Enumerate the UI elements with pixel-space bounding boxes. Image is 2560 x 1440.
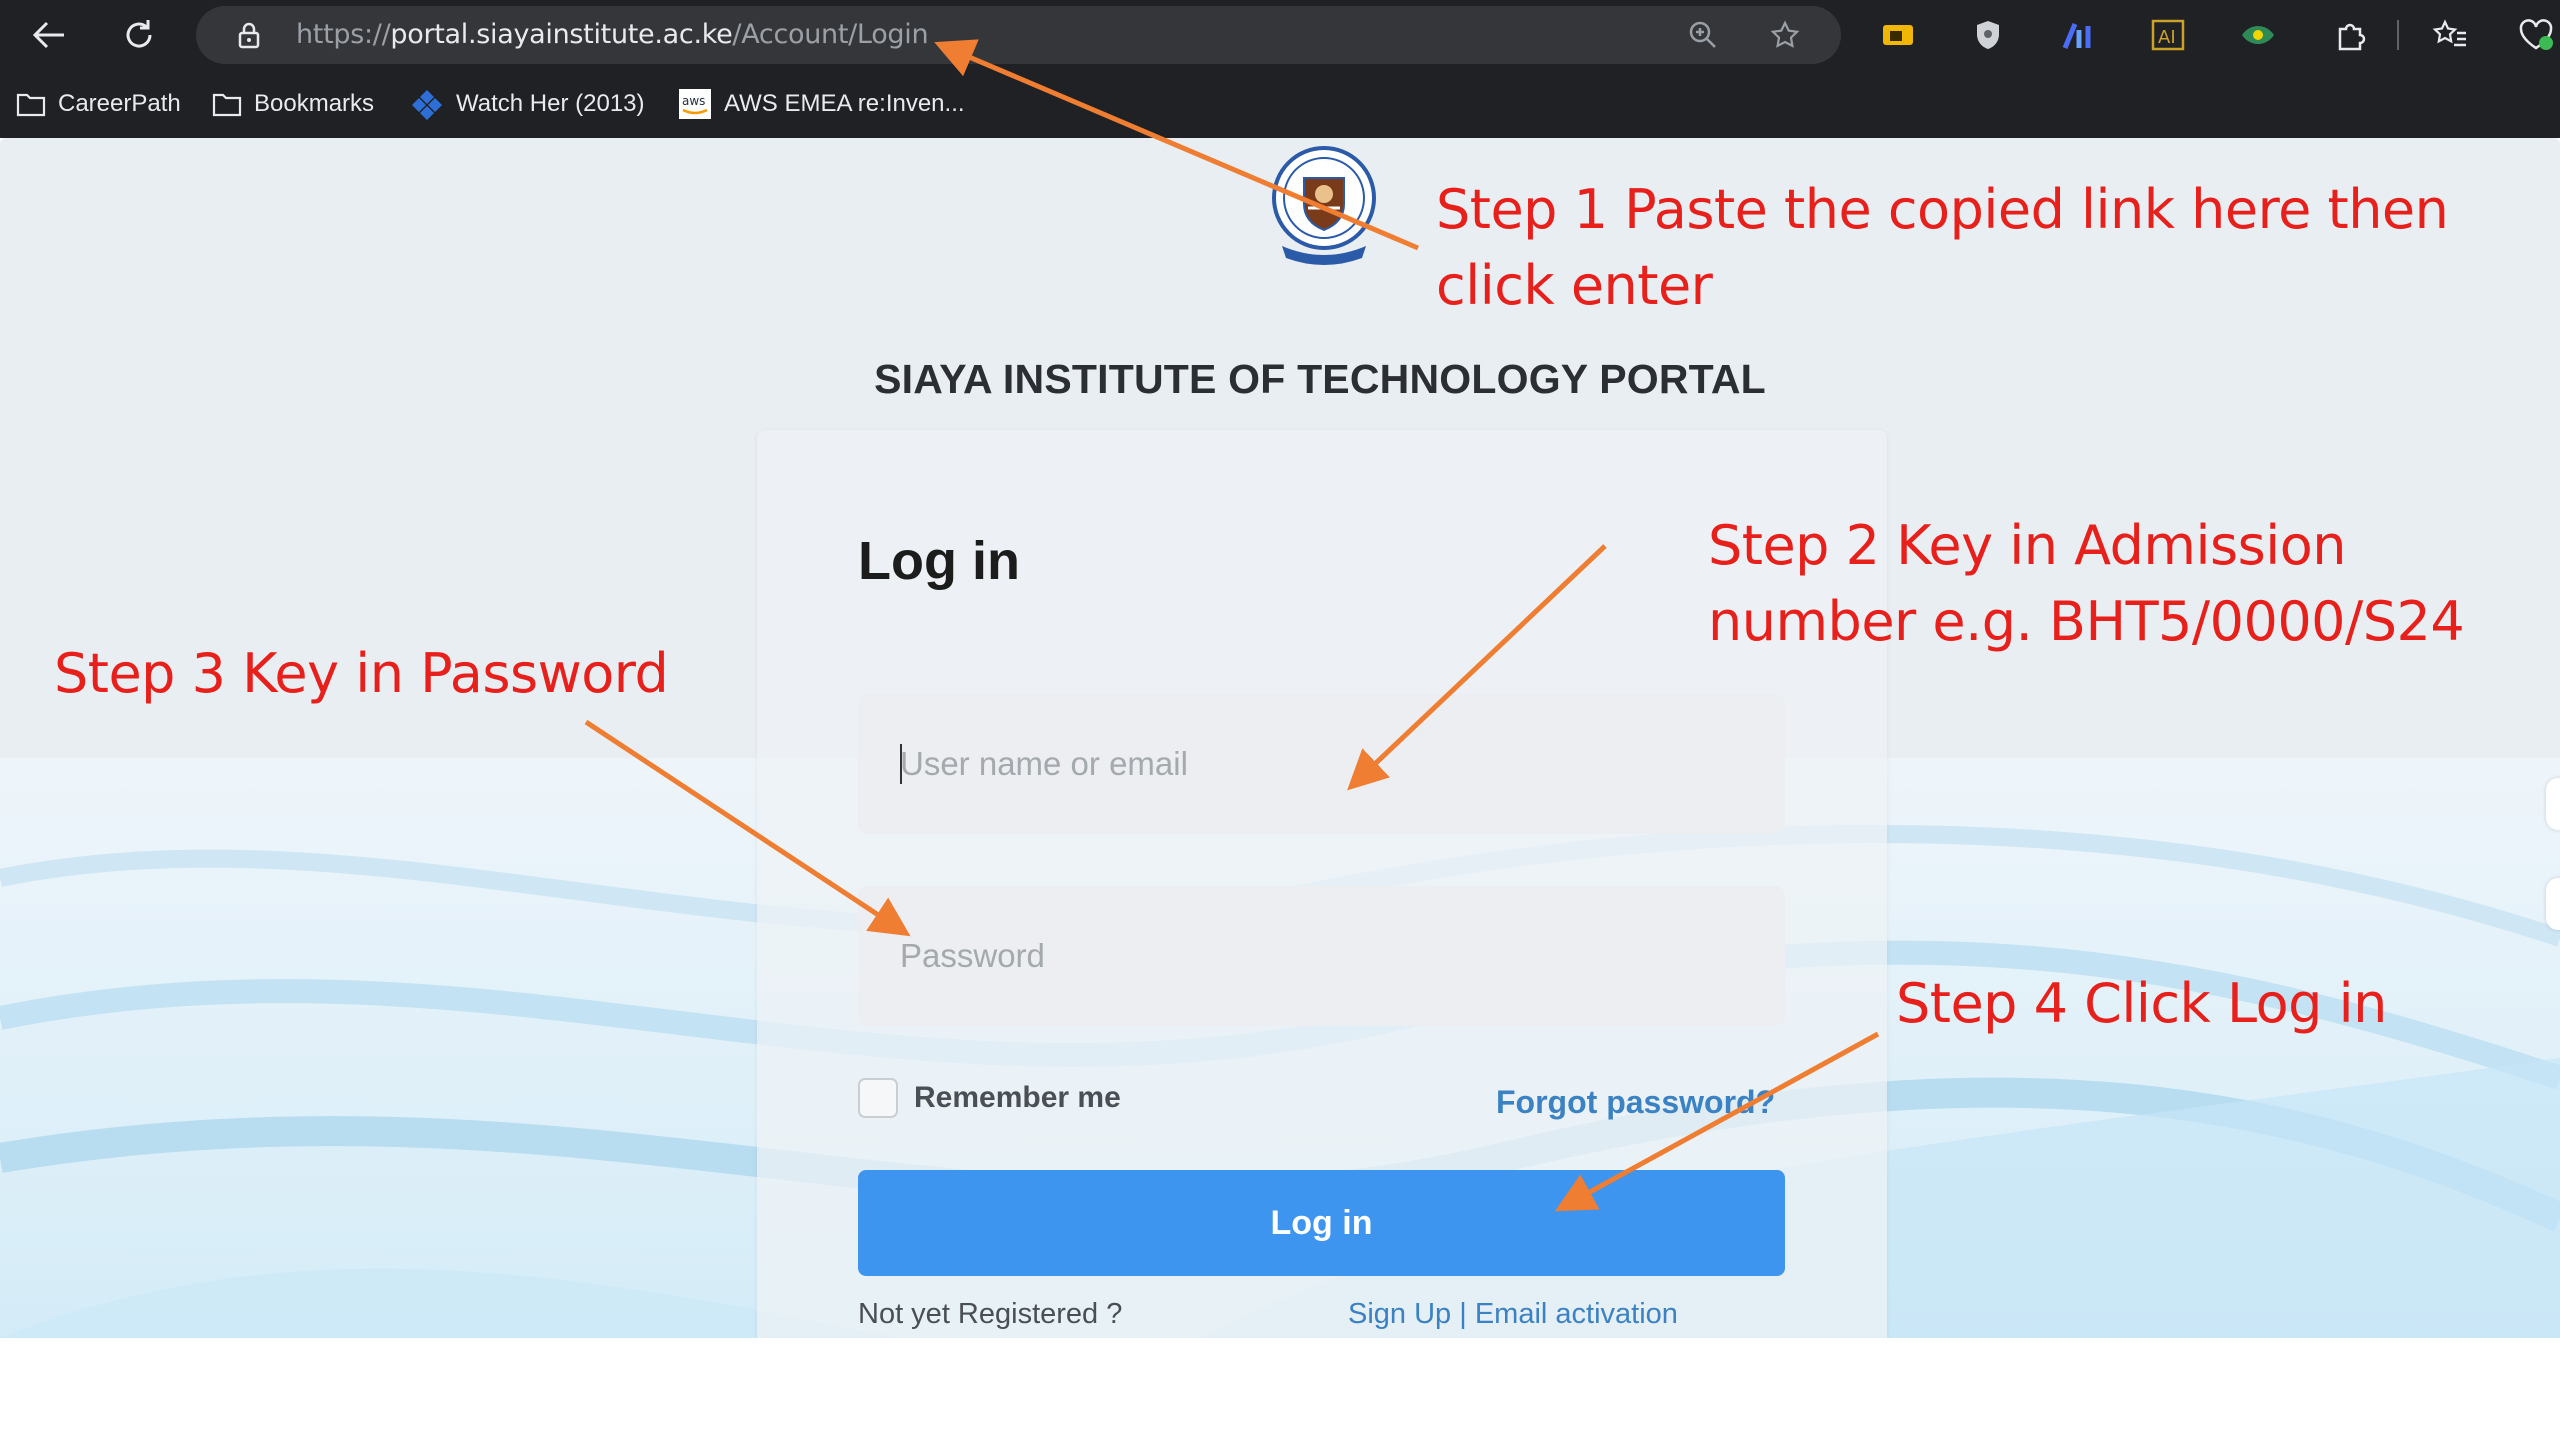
url-domain: portal.siayainstitute.ac.ke <box>390 19 733 50</box>
bookmark-label: Watch Her (2013) <box>456 90 645 117</box>
favorites-icon[interactable] <box>2432 17 2468 53</box>
url-path: /Account/Login <box>732 19 929 50</box>
back-button[interactable] <box>26 12 72 58</box>
step2-line1: Step 2 Key in Admission <box>1708 514 2347 577</box>
shield-icon[interactable] <box>1970 17 2006 53</box>
url-text[interactable]: https://portal.siayainstitute.ac.ke/Acco… <box>296 6 929 64</box>
remember-me-label[interactable]: Remember me <box>914 1078 1121 1118</box>
portal-title: SIAYA INSTITUTE OF TECHNOLOGY PORTAL <box>874 356 1766 402</box>
extension-bars-icon[interactable] <box>2060 17 2096 53</box>
browser-toolbar: https://portal.siayainstitute.ac.ke/Acco… <box>0 0 2560 70</box>
step4-annotation: Step 4 Click Log in <box>1896 972 2387 1035</box>
svg-text:AI: AI <box>2158 27 2176 48</box>
side-panel-handle[interactable] <box>2546 878 2560 930</box>
step1-line2: click enter <box>1436 254 1713 317</box>
step2-line2: number e.g. BHT5/0000/S24 <box>1708 590 2465 653</box>
folder-icon <box>212 93 242 117</box>
username-placeholder: User name or email <box>900 745 1188 782</box>
bookmark-watch-her[interactable]: Watch Her (2013) <box>410 86 645 122</box>
star-icon[interactable] <box>1770 20 1800 50</box>
step2-annotation: Step 2 Key in Admission number e.g. BHT5… <box>1708 508 2465 660</box>
reload-icon <box>126 20 152 48</box>
svg-text:aws: aws <box>682 94 705 108</box>
step1-annotation: Step 1 Paste the copied link here then c… <box>1436 172 2449 324</box>
remember-me-checkbox[interactable] <box>858 1078 898 1118</box>
bookmark-label: CareerPath <box>58 90 181 117</box>
extension-folder-icon[interactable] <box>1880 17 1916 53</box>
email-activation-link[interactable]: Email activation <box>1475 1298 1678 1330</box>
username-input[interactable]: User name or email <box>858 694 1785 834</box>
folder-icon <box>16 93 46 117</box>
url-scheme: https:// <box>296 19 391 50</box>
back-arrow-icon <box>32 21 64 49</box>
toolbar-divider <box>2397 20 2399 50</box>
bookmark-label: Bookmarks <box>254 90 375 117</box>
puzzle-icon[interactable] <box>2332 17 2368 53</box>
institute-logo <box>1272 146 1376 265</box>
step3-annotation: Step 3 Key in Password <box>54 642 669 705</box>
forgot-password-link[interactable]: Forgot password? <box>1496 1082 1775 1122</box>
watch-site-icon <box>412 90 442 120</box>
address-bar[interactable]: https://portal.siayainstitute.ac.ke/Acco… <box>196 6 1841 64</box>
password-input[interactable]: Password <box>858 886 1785 1026</box>
bookmark-label: AWS EMEA re:Inven... <box>724 90 965 117</box>
aws-icon: aws <box>679 89 711 119</box>
zoom-icon[interactable] <box>1688 20 1718 50</box>
extension-eye-icon[interactable] <box>2240 17 2276 53</box>
bookmarks-bar: CareerPath Bookmarks Watch Her (2013) aw… <box>0 70 2560 138</box>
not-registered-text: Not yet Registered ? <box>858 1298 1123 1330</box>
ai-icon[interactable]: AI <box>2150 17 2186 53</box>
step1-line1: Step 1 Paste the copied link here then <box>1436 178 2449 241</box>
reload-button[interactable] <box>116 12 162 58</box>
bookmark-bookmarks[interactable]: Bookmarks <box>212 86 374 122</box>
account-links: Sign Up | Email activation <box>1348 1298 1678 1331</box>
sign-up-link[interactable]: Sign Up <box>1348 1298 1451 1330</box>
login-button[interactable]: Log in <box>858 1170 1785 1276</box>
lock-icon[interactable] <box>234 20 264 50</box>
bookmark-aws[interactable]: aws AWS EMEA re:Inven... <box>678 86 965 122</box>
password-placeholder: Password <box>900 937 1045 974</box>
link-separator: | <box>1451 1298 1475 1330</box>
login-heading: Log in <box>858 531 1020 591</box>
side-panel-handle[interactable] <box>2546 778 2560 830</box>
health-icon[interactable] <box>2518 17 2554 53</box>
bookmark-careerpath[interactable]: CareerPath <box>16 86 181 122</box>
